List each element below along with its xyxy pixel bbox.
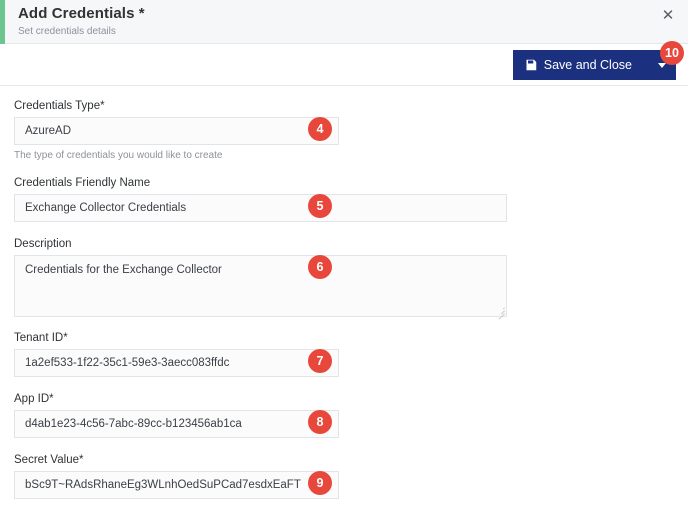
friendly-name-input[interactable]: [14, 194, 507, 222]
credentials-type-select[interactable]: AzureAD: [14, 117, 339, 145]
description-wrapper: [14, 255, 507, 320]
accent-bar: [0, 0, 5, 44]
step-badge-9: 9: [308, 471, 332, 495]
app-id-label: App ID*: [14, 393, 54, 405]
step-badge-5: 5: [308, 194, 332, 218]
credentials-type-label: Credentials Type*: [14, 100, 105, 112]
save-and-close-label: Save and Close: [543, 58, 632, 72]
action-toolbar: 10 Save and Close: [0, 41, 688, 86]
step-badge-6: 6: [308, 255, 332, 279]
app-id-input[interactable]: [14, 410, 339, 438]
field-description: Description 6: [14, 238, 688, 320]
header-text-group: Add Credentials * Set credentials detail…: [18, 5, 145, 39]
step-badge-8: 8: [308, 410, 332, 434]
page-title: Add Credentials *: [18, 5, 145, 22]
field-credentials-type: Credentials Type* AzureAD 4 The type of …: [14, 100, 688, 161]
tenant-id-input[interactable]: [14, 349, 339, 377]
secret-value-label: Secret Value*: [14, 454, 84, 466]
panel-header: Add Credentials * Set credentials detail…: [0, 0, 688, 44]
save-floppy-icon: [526, 59, 536, 71]
credentials-type-value: AzureAD: [25, 125, 72, 137]
field-app-id: App ID* 8: [14, 393, 688, 438]
credentials-type-helper: The type of credentials you would like t…: [14, 150, 223, 161]
page-subtitle: Set credentials details: [18, 26, 116, 37]
close-icon[interactable]: ✕: [660, 8, 676, 24]
step-badge-7: 7: [308, 349, 332, 373]
field-secret-value: Secret Value* 9: [14, 454, 688, 499]
step-badge-10: 10: [660, 41, 684, 65]
secret-value-input[interactable]: [14, 471, 339, 499]
save-and-close-button[interactable]: Save and Close: [512, 50, 676, 80]
friendly-name-label: Credentials Friendly Name: [14, 177, 151, 189]
field-tenant-id: Tenant ID* 7: [14, 332, 688, 377]
field-friendly-name: Credentials Friendly Name 5: [14, 177, 688, 222]
save-and-close-group: 10 Save and Close: [512, 41, 684, 80]
credentials-form: Credentials Type* AzureAD 4 The type of …: [0, 86, 688, 499]
resize-handle-icon[interactable]: [496, 306, 505, 320]
step-badge-4: 4: [308, 117, 332, 141]
tenant-id-label: Tenant ID*: [14, 332, 68, 344]
description-label: Description: [14, 238, 72, 250]
description-textarea[interactable]: [14, 255, 507, 317]
